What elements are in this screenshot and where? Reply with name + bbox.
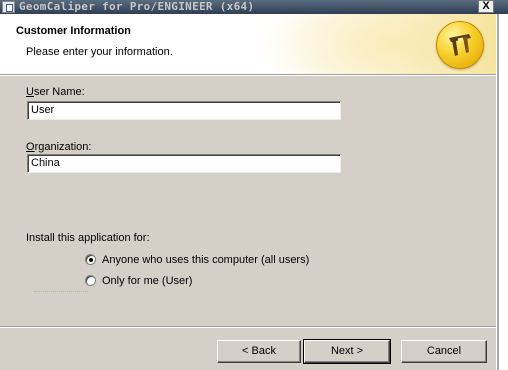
- header-divider: [0, 74, 496, 76]
- all-users-radio[interactable]: [85, 254, 96, 265]
- page-subtitle: Please enter your information.: [26, 46, 173, 58]
- installer-app-icon: [2, 1, 15, 13]
- header-banner: Customer Information Please enter your i…: [0, 14, 496, 74]
- user-name-input[interactable]: User: [27, 101, 341, 120]
- page-title: Customer Information: [16, 25, 131, 37]
- install-for-label: Install this application for:: [26, 232, 150, 244]
- all-users-option-label[interactable]: Anyone who uses this computer (all users…: [102, 254, 309, 266]
- footer-divider: [0, 326, 496, 328]
- back-button[interactable]: < Back: [217, 340, 301, 363]
- only-me-radio[interactable]: [85, 275, 96, 286]
- organization-label: Organization:: [26, 141, 92, 153]
- only-me-option-label[interactable]: Only for me (User): [102, 275, 192, 287]
- background-window: [499, 14, 508, 370]
- organization-input[interactable]: China: [27, 154, 341, 173]
- user-name-label: User Name:: [26, 86, 85, 98]
- focus-indicator: [34, 291, 88, 292]
- close-button[interactable]: X: [478, 0, 494, 13]
- title-bar[interactable]: GeomCaliper for Pro/ENGINEER (x64) X: [0, 0, 508, 14]
- cancel-button[interactable]: Cancel: [401, 340, 487, 363]
- next-button[interactable]: Next >: [303, 339, 391, 364]
- window-title: GeomCaliper for Pro/ENGINEER (x64): [19, 0, 255, 13]
- caliper-icon: [436, 21, 484, 69]
